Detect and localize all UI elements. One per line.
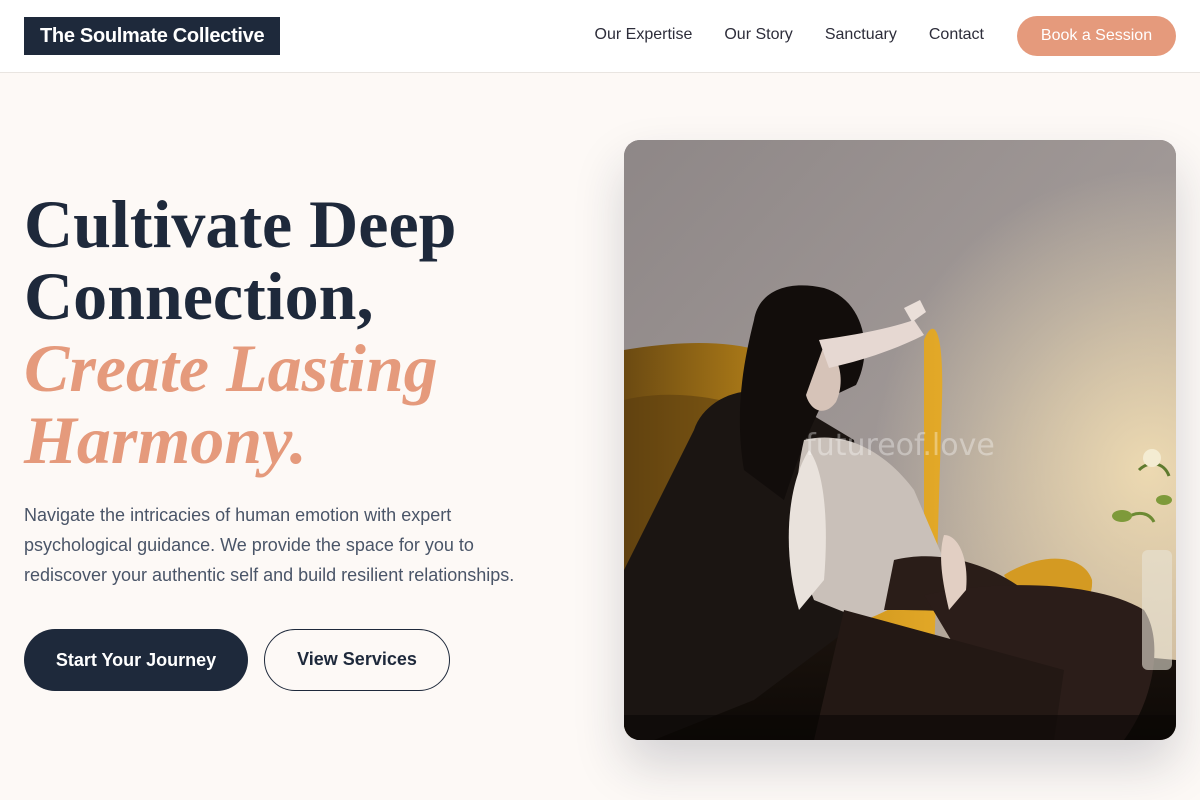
hero-description: Navigate the intricacies of human emotio… [24, 505, 515, 585]
hero-title: Cultivate Deep Connection, Create Lastin… [24, 188, 584, 476]
logo[interactable]: The Soulmate Collective [24, 17, 281, 55]
hero-title-accent-line-2: Harmony. [24, 402, 307, 478]
nav-link-our-expertise[interactable]: Our Expertise [595, 24, 693, 46]
nav-link-contact[interactable]: Contact [929, 24, 984, 46]
hero-title-accent-line-1: Create Lasting [24, 330, 438, 406]
hero-photo-illustration [624, 140, 1176, 740]
hero-image: futureof.love [624, 140, 1176, 740]
hero-title-line-2: Connection, [24, 258, 374, 334]
view-services-button[interactable]: View Services [264, 629, 450, 691]
nav-link-our-story[interactable]: Our Story [724, 24, 792, 46]
nav-link-sanctuary[interactable]: Sanctuary [825, 24, 897, 46]
nav-links: Our Expertise Our Story Sanctuary Contac… [595, 24, 984, 46]
book-session-button[interactable]: Book a Session [1017, 16, 1176, 56]
start-journey-button[interactable]: Start Your Journey [24, 629, 248, 691]
navbar: The Soulmate Collective Our Expertise Ou… [0, 0, 1200, 73]
hero-title-line-1: Cultivate Deep [24, 186, 457, 262]
